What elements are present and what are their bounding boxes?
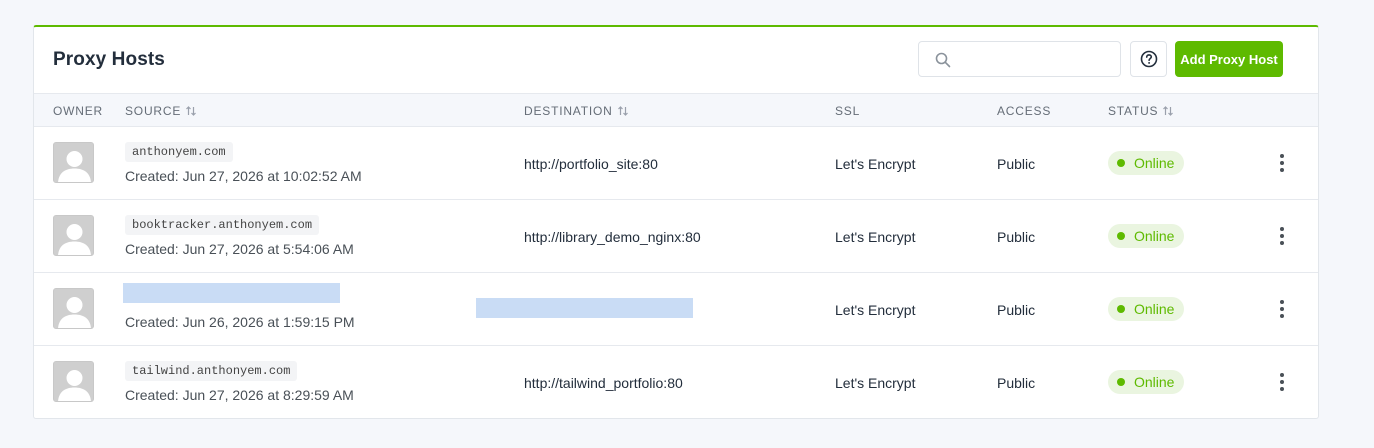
- sort-icon[interactable]: [617, 105, 629, 117]
- destination: http://library_demo_nginx:80: [524, 229, 701, 245]
- destination: http://portfolio_site:80: [524, 156, 658, 172]
- column-ssl: SSL: [835, 104, 860, 118]
- avatar: [53, 361, 94, 402]
- kebab-dot: [1280, 380, 1284, 384]
- table-row: booktracker.anthonyem.com Created: Jun 2…: [34, 200, 1318, 273]
- row-menu-button[interactable]: [1272, 153, 1292, 173]
- sort-icon[interactable]: [185, 105, 197, 117]
- redacted-destination: [476, 298, 693, 318]
- kebab-dot: [1280, 387, 1284, 391]
- status-dot-icon: [1117, 305, 1125, 313]
- status-label: Online: [1134, 301, 1175, 317]
- column-source[interactable]: SOURCE: [125, 104, 197, 118]
- table-row: Created: Jun 26, 2026 at 1:59:15 PM Let'…: [34, 273, 1318, 346]
- search-box[interactable]: [918, 41, 1121, 77]
- table-row: tailwind.anthonyem.com Created: Jun 27, …: [34, 346, 1318, 419]
- column-status[interactable]: STATUS: [1108, 104, 1174, 118]
- kebab-dot: [1280, 161, 1284, 165]
- status-dot-icon: [1117, 159, 1125, 167]
- kebab-dot: [1280, 300, 1284, 304]
- ssl-provider: Let's Encrypt: [835, 156, 916, 172]
- created-date: Created: Jun 27, 2026 at 10:02:52 AM: [125, 168, 362, 184]
- source-domain[interactable]: anthonyem.com: [125, 142, 233, 162]
- row-menu-button[interactable]: [1272, 226, 1292, 246]
- status-label: Online: [1134, 374, 1175, 390]
- source-domain[interactable]: booktracker.anthonyem.com: [125, 215, 320, 235]
- search-input[interactable]: [959, 46, 1114, 72]
- destination: http://tailwind_portfolio:80: [524, 375, 683, 391]
- created-date: Created: Jun 27, 2026 at 8:29:59 AM: [125, 387, 354, 403]
- user-icon: [54, 362, 93, 401]
- access-level: Public: [997, 156, 1036, 172]
- column-destination-label: DESTINATION: [524, 104, 613, 118]
- column-source-label: SOURCE: [125, 104, 182, 118]
- search-icon: [935, 52, 951, 68]
- created-date: Created: Jun 27, 2026 at 5:54:06 AM: [125, 241, 354, 257]
- kebab-dot: [1280, 154, 1284, 158]
- ssl-provider: Let's Encrypt: [835, 375, 916, 391]
- column-access: ACCESS: [997, 104, 1051, 118]
- user-icon: [54, 143, 93, 182]
- status-badge: Online: [1108, 151, 1185, 175]
- kebab-dot: [1280, 373, 1284, 377]
- created-date: Created: Jun 26, 2026 at 1:59:15 PM: [125, 314, 355, 330]
- status-label: Online: [1134, 155, 1175, 171]
- avatar: [53, 288, 94, 329]
- user-icon: [54, 216, 93, 255]
- column-status-label: STATUS: [1108, 104, 1159, 118]
- column-access-label: ACCESS: [997, 104, 1052, 118]
- status-dot-icon: [1117, 378, 1125, 386]
- column-owner: OWNER: [53, 104, 103, 118]
- access-level: Public: [997, 229, 1036, 245]
- avatar: [53, 215, 94, 256]
- row-menu-button[interactable]: [1272, 299, 1292, 319]
- kebab-dot: [1280, 227, 1284, 231]
- row-menu-button[interactable]: [1272, 372, 1292, 392]
- table-header: OWNER SOURCE DESTINATION SSL ACCESS STAT…: [34, 94, 1318, 127]
- add-proxy-host-button[interactable]: Add Proxy Host: [1175, 41, 1283, 77]
- table-row: anthonyem.com Created: Jun 27, 2026 at 1…: [34, 127, 1318, 200]
- kebab-dot: [1280, 314, 1284, 318]
- column-destination[interactable]: DESTINATION: [524, 104, 629, 118]
- column-ssl-label: SSL: [835, 104, 861, 118]
- status-badge: Online: [1108, 370, 1185, 394]
- status-badge: Online: [1108, 297, 1185, 321]
- kebab-dot: [1280, 241, 1284, 245]
- avatar: [53, 142, 94, 183]
- ssl-provider: Let's Encrypt: [835, 302, 916, 318]
- redacted-source: [123, 283, 340, 303]
- status-dot-icon: [1117, 232, 1125, 240]
- page-title: Proxy Hosts: [53, 49, 165, 70]
- ssl-provider: Let's Encrypt: [835, 229, 916, 245]
- status-label: Online: [1134, 228, 1175, 244]
- access-level: Public: [997, 375, 1036, 391]
- kebab-dot: [1280, 234, 1284, 238]
- help-button[interactable]: [1130, 41, 1167, 77]
- status-badge: Online: [1108, 224, 1185, 248]
- help-icon: [1140, 50, 1157, 68]
- access-level: Public: [997, 302, 1036, 318]
- kebab-dot: [1280, 168, 1284, 172]
- kebab-dot: [1280, 307, 1284, 311]
- sort-icon[interactable]: [1162, 105, 1174, 117]
- card-header: Proxy Hosts Add Proxy Host: [34, 27, 1318, 94]
- column-owner-label: OWNER: [53, 104, 103, 118]
- proxy-hosts-card: Proxy Hosts Add Proxy Host OWNER SOURCE: [33, 25, 1319, 419]
- source-domain[interactable]: tailwind.anthonyem.com: [125, 361, 298, 381]
- user-icon: [54, 289, 93, 328]
